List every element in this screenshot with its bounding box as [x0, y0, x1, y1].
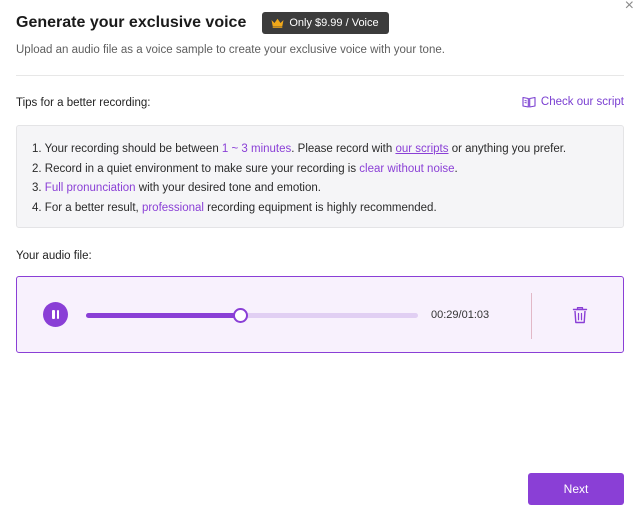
tip-text: or anything you prefer.: [448, 143, 567, 155]
dialog-subtitle: Upload an audio file as a voice sample t…: [16, 44, 445, 56]
tip-number: 3.: [32, 182, 42, 194]
book-icon: [522, 96, 536, 108]
crown-icon: [271, 18, 284, 28]
tip-highlight: Full pronunciation: [44, 182, 136, 194]
tip-highlight: professional: [141, 201, 204, 214]
audio-progress-track[interactable]: [86, 308, 418, 323]
tip-text: For a better result,: [44, 201, 142, 214]
check-script-label: Check our script: [540, 96, 624, 108]
audio-player: 00:29/01:03: [16, 276, 624, 353]
divider: [531, 293, 532, 339]
tip-text: with your desired tone and emotion.: [135, 182, 321, 194]
tip-item: 3. Full pronunciation with your desired …: [32, 179, 623, 199]
trash-icon[interactable]: [572, 306, 588, 324]
tip-item: 1. Your recording should be between 1 ~ …: [32, 140, 623, 160]
tip-highlight: 1 ~ 3 minutes: [221, 143, 292, 155]
title-row: Generate your exclusive voice Only $9.99…: [16, 12, 389, 34]
tip-number: 1.: [32, 143, 42, 155]
next-button[interactable]: Next: [528, 473, 624, 505]
tip-text: Record in a quiet environment to make su…: [44, 162, 360, 175]
tip-number: 2.: [32, 162, 42, 175]
tip-text: recording equipment is highly recommende…: [203, 201, 437, 214]
dialog-title: Generate your exclusive voice: [16, 14, 247, 31]
check-script-link[interactable]: Check our script: [522, 96, 624, 108]
close-icon[interactable]: ×: [625, 0, 634, 14]
our-scripts-link[interactable]: our scripts: [395, 143, 448, 155]
tip-highlight: clear without noise: [359, 162, 455, 175]
audio-progress-fill: [86, 313, 239, 318]
pause-button[interactable]: [43, 302, 68, 327]
audio-progress-thumb[interactable]: [232, 308, 248, 323]
price-badge-label: Only $9.99 / Voice: [289, 17, 379, 29]
tip-number: 4.: [32, 201, 42, 214]
audio-time: 00:29/01:03: [431, 309, 490, 321]
tips-box: 1. Your recording should be between 1 ~ …: [16, 125, 624, 228]
tips-label: Tips for a better recording:: [16, 97, 151, 109]
tip-text: Your recording should be between: [44, 143, 222, 155]
tip-text: .: [454, 162, 458, 175]
divider: [16, 75, 624, 76]
tip-item: 2. Record in a quiet environment to make…: [32, 160, 623, 180]
price-badge: Only $9.99 / Voice: [262, 12, 389, 34]
tip-item: 4. For a better result, professional rec…: [32, 199, 623, 219]
audio-file-label: Your audio file:: [16, 250, 92, 262]
tip-text: . Please record with: [291, 143, 396, 155]
